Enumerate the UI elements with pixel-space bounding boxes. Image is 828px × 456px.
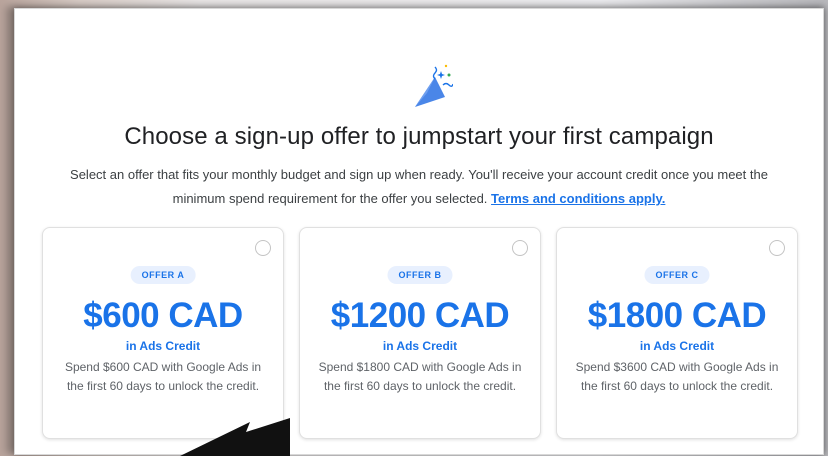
pointer-arrow-icon bbox=[180, 418, 290, 456]
offer-card-a[interactable]: OFFER A $600 CAD in Ads Credit Spend $60… bbox=[42, 227, 284, 439]
offer-c-radio[interactable] bbox=[769, 240, 785, 256]
terms-link[interactable]: Terms and conditions apply. bbox=[491, 191, 665, 206]
offer-a-radio[interactable] bbox=[255, 240, 271, 256]
dialog-title: Choose a sign-up offer to jumpstart your… bbox=[124, 123, 714, 150]
offer-c-badge: OFFER C bbox=[644, 266, 710, 284]
offer-c-amount: $1800 CAD bbox=[587, 296, 767, 335]
offer-b-badge: OFFER B bbox=[387, 266, 453, 284]
offer-a-description: Spend $600 CAD with Google Ads in the fi… bbox=[64, 360, 262, 393]
party-popper-icon bbox=[415, 64, 453, 107]
offer-a-credit-label: in Ads Credit bbox=[125, 339, 201, 353]
signup-offer-dialog: Choose a sign-up offer to jumpstart your… bbox=[14, 8, 824, 455]
offer-c-description: Spend $3600 CAD with Google Ads in the f… bbox=[575, 360, 779, 393]
offer-b-amount: $1200 CAD bbox=[330, 296, 510, 335]
offer-b-credit-label: in Ads Credit bbox=[382, 339, 458, 353]
offer-a-badge: OFFER A bbox=[130, 266, 196, 284]
dialog-description: Select an offer that fits your monthly b… bbox=[55, 163, 783, 211]
offer-card-b[interactable]: OFFER B $1200 CAD in Ads Credit Spend $1… bbox=[299, 227, 541, 439]
offer-b-description: Spend $1800 CAD with Google Ads in the f… bbox=[318, 360, 522, 393]
offer-card-c[interactable]: OFFER C $1800 CAD in Ads Credit Spend $3… bbox=[556, 227, 798, 439]
offer-c-credit-label: in Ads Credit bbox=[639, 339, 715, 353]
offer-a-amount: $600 CAD bbox=[83, 296, 243, 335]
offer-b-radio[interactable] bbox=[512, 240, 528, 256]
